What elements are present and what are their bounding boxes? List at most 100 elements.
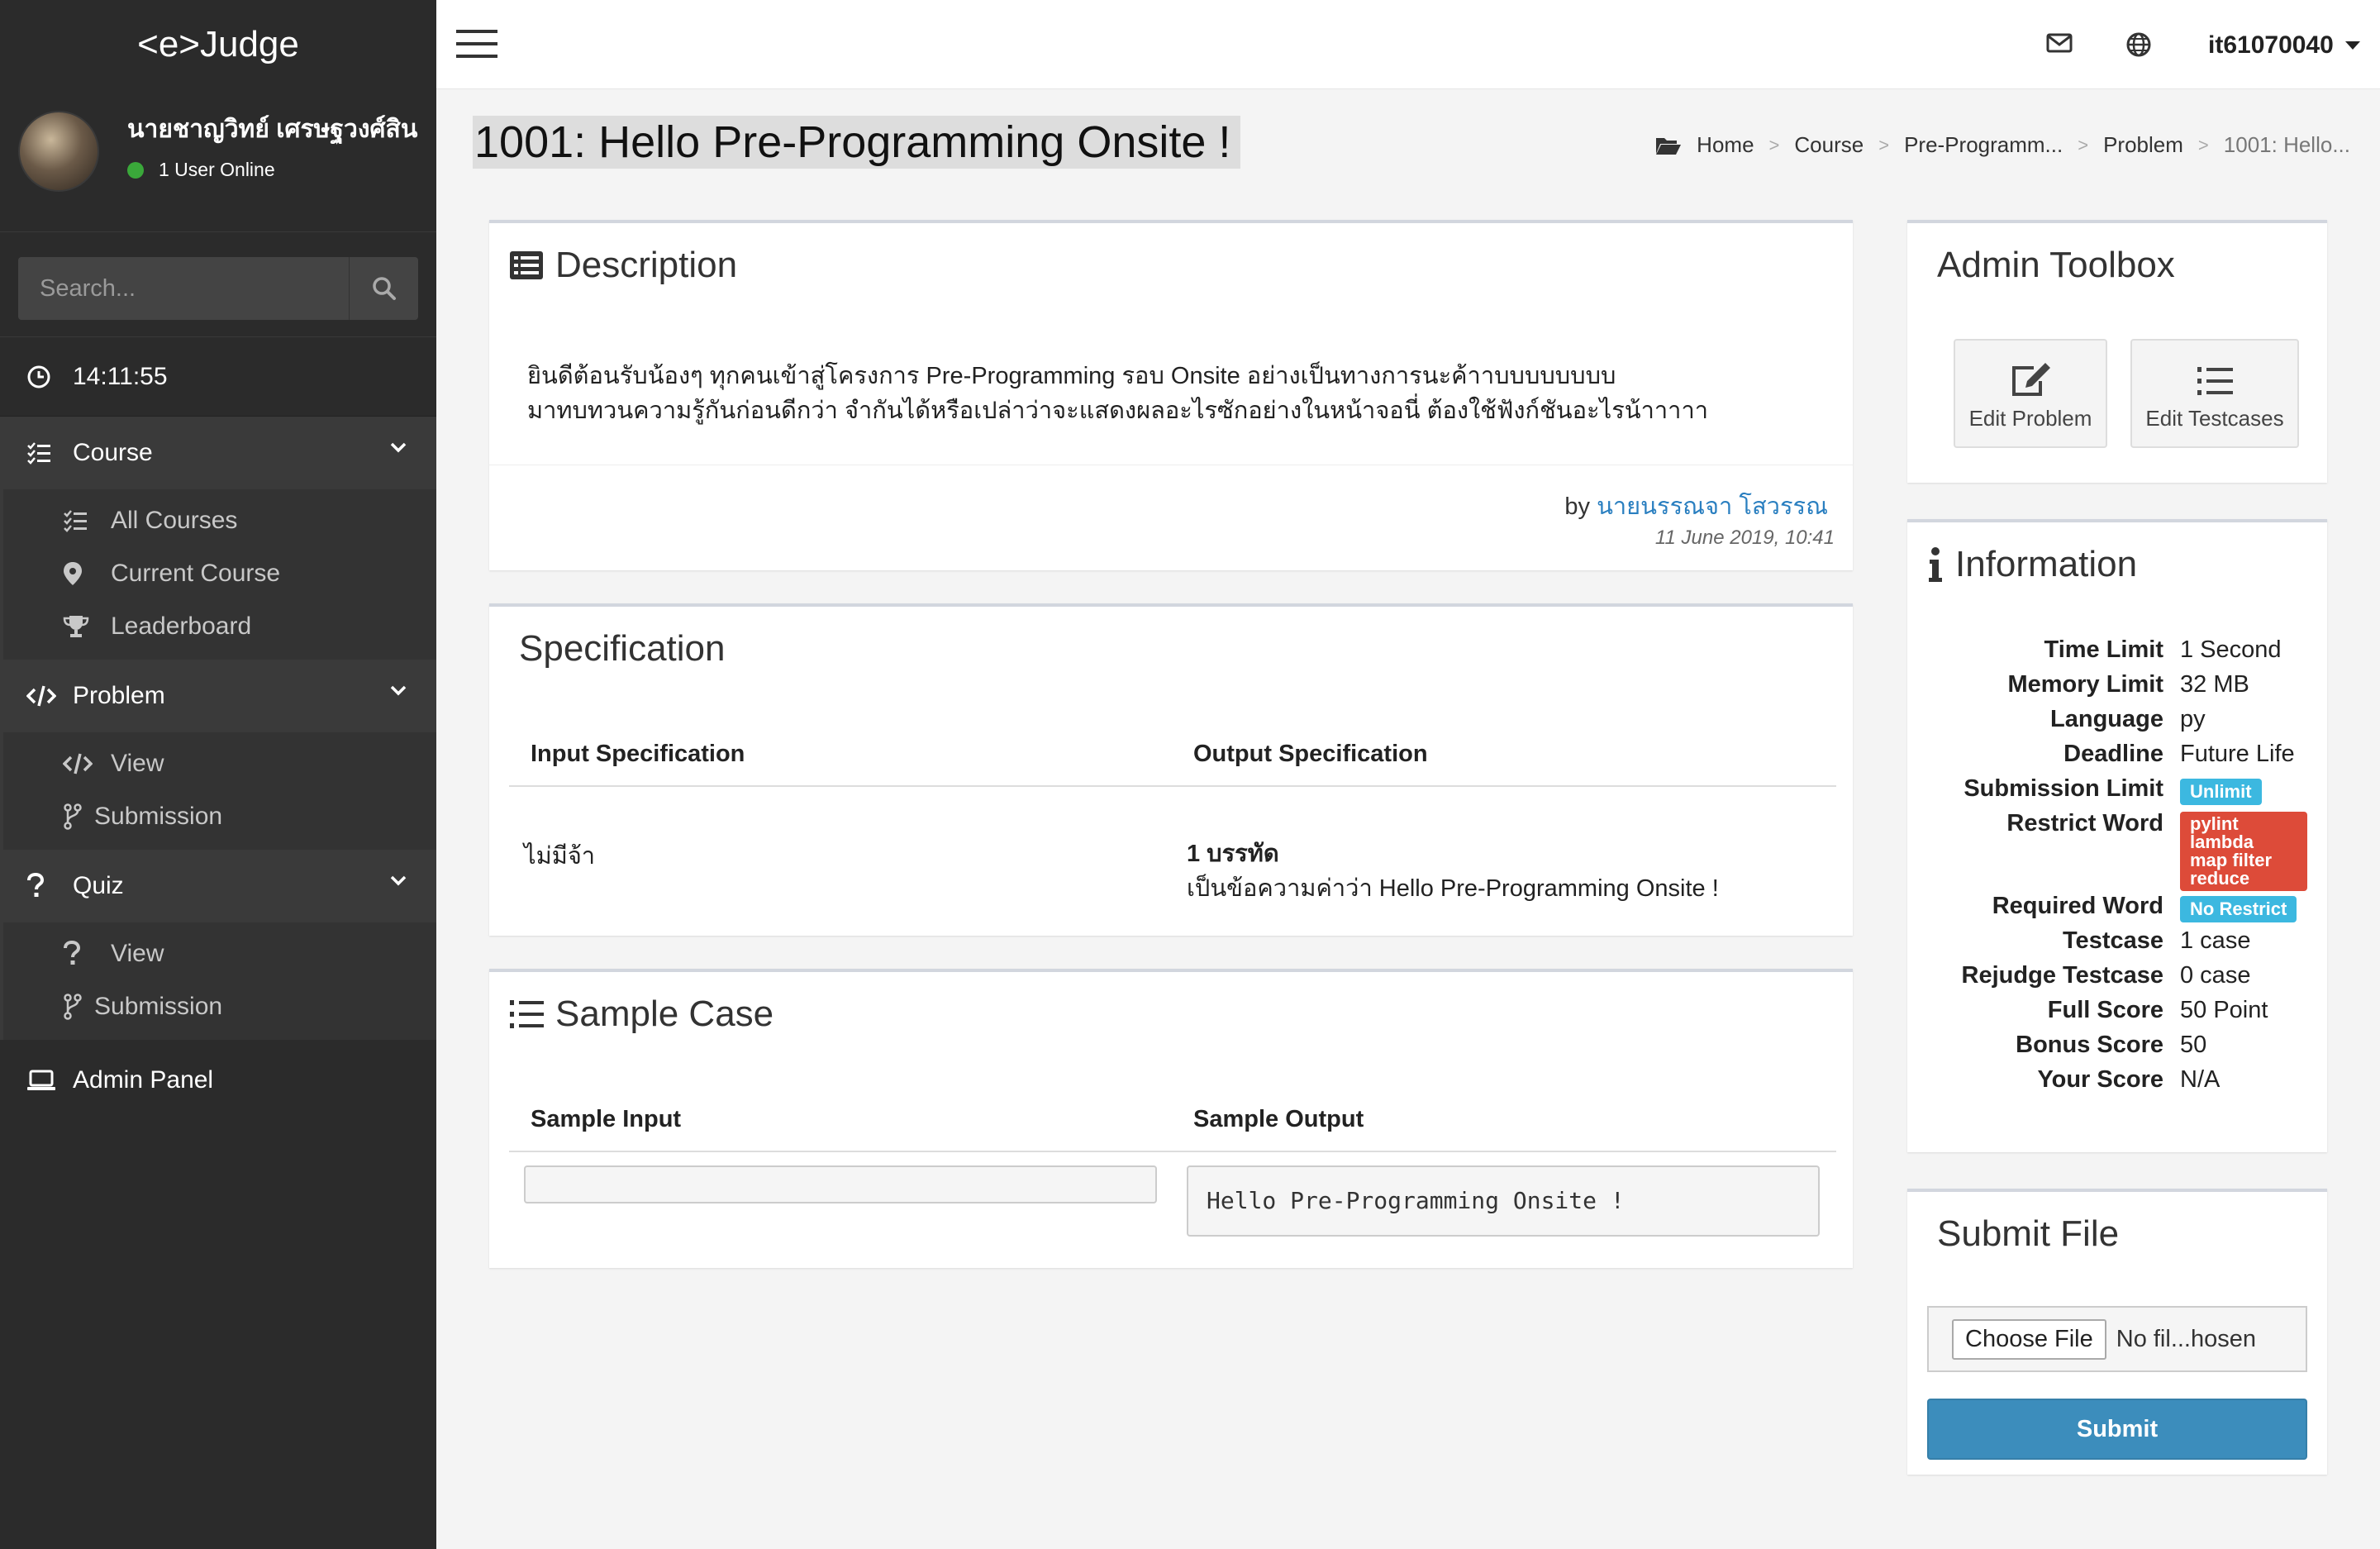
- nav-quiz[interactable]: Quiz: [0, 850, 436, 922]
- info-key: Full Score: [2047, 997, 2163, 1023]
- breadcrumb: Home > Course > Pre-Programm... > Proble…: [1655, 132, 2350, 158]
- user-status-text: 1 User Online: [159, 159, 275, 180]
- sidebar: <e>Judge นายชาญวิทย์ เศรษฐวงศ์สิน 1 User…: [0, 0, 436, 1549]
- sidebar-item-label: All Courses: [111, 507, 238, 534]
- info-language: Language py: [1907, 706, 2327, 741]
- sidebar-item-label: View: [111, 750, 164, 777]
- description-author: by นายนรรณจา โสวรรณ: [1564, 487, 1828, 525]
- info-required-word: Required Word No Restrict: [1907, 893, 2327, 927]
- chevron-down-icon: [390, 875, 407, 886]
- clock-time: 14:11:55: [73, 362, 168, 390]
- breadcrumb-home[interactable]: Home: [1697, 132, 1754, 158]
- info-submission-limit: Submission Limit Unlimit: [1907, 775, 2327, 810]
- tasks-icon: [64, 510, 87, 532]
- clock-icon: [27, 365, 50, 388]
- code-icon: [63, 753, 93, 774]
- author-link[interactable]: นายนรรณจา โสวรรณ: [1597, 493, 1828, 520]
- info-key: Memory Limit: [2007, 671, 2163, 698]
- info-full-score: Full Score 50 Point: [1907, 997, 2327, 1032]
- breadcrumb-problem[interactable]: Problem: [2103, 132, 2183, 158]
- info-time-limit: Time Limit 1 Second: [1907, 636, 2327, 671]
- language-button[interactable]: [2125, 31, 2152, 62]
- description-box: Description ยินดีต้อนรับน้องๆ ทุกคนเข้าส…: [489, 220, 1853, 570]
- edit-testcases-button[interactable]: Edit Testcases: [2130, 339, 2299, 448]
- info-value: 32 MB: [2180, 671, 2249, 698]
- sidebar-item-problem-view[interactable]: View: [3, 737, 436, 790]
- code-fork-icon: [64, 994, 82, 1020]
- code-icon: [26, 685, 56, 707]
- menu-toggle-button[interactable]: [456, 30, 497, 62]
- sidebar-item-leaderboard[interactable]: Leaderboard: [3, 600, 436, 653]
- caret-down-icon: [2344, 41, 2360, 50]
- search-input[interactable]: [18, 257, 349, 320]
- edit-icon: [2012, 363, 2050, 396]
- laptop-icon: [27, 1070, 55, 1090]
- code-fork-icon: [64, 803, 82, 830]
- submission-limit-badge: Unlimit: [2180, 779, 2262, 805]
- submit-button[interactable]: Submit: [1927, 1399, 2307, 1460]
- description-title-text: Description: [555, 245, 738, 285]
- hamburger-icon: [456, 30, 497, 58]
- info-key: Deadline: [2063, 741, 2163, 767]
- restrict-word: map filter: [2190, 850, 2273, 870]
- breadcrumb-separator: >: [2197, 134, 2209, 155]
- input-spec-header: Input Specification: [531, 741, 745, 767]
- admin-panel-label: Admin Panel: [73, 1066, 214, 1094]
- sidebar-item-label: Current Course: [111, 560, 281, 587]
- sidebar-item-all-courses[interactable]: All Courses: [3, 494, 436, 547]
- info-deadline: Deadline Future Life: [1907, 741, 2327, 775]
- description-date: 11 June 2019, 10:41: [1654, 527, 1835, 549]
- sidebar-item-quiz-view[interactable]: View: [3, 927, 436, 980]
- sidebar-item-problem-submission[interactable]: Submission: [3, 790, 436, 843]
- sample-case-title: Sample Case: [509, 994, 774, 1035]
- info-key: Submission Limit: [1963, 775, 2163, 802]
- chevron-down-icon: [390, 685, 407, 696]
- breadcrumb-course[interactable]: Course: [1794, 132, 1864, 158]
- list-ol-icon: [2197, 367, 2233, 395]
- info-value: 50: [2180, 1032, 2207, 1058]
- info-your-score: Your Score N/A: [1907, 1066, 2327, 1101]
- info-value: No Restrict: [2180, 894, 2297, 922]
- breadcrumb-course-name[interactable]: Pre-Programm...: [1904, 132, 2063, 158]
- choose-file-button[interactable]: Choose File: [1952, 1318, 2106, 1360]
- page-title: 1001: Hello Pre-Programming Onsite !: [473, 116, 1241, 169]
- user-menu[interactable]: it61070040: [2208, 31, 2360, 60]
- question-icon: [27, 873, 45, 897]
- sidebar-item-label: Submission: [94, 993, 223, 1020]
- map-marker-icon: [64, 562, 82, 585]
- folder-open-icon: [1656, 137, 1682, 155]
- info-value: pylint lambda map filter reduce: [2180, 812, 2307, 891]
- output-spec-header: Output Specification: [1193, 741, 1428, 767]
- sample-output-header: Sample Output: [1193, 1106, 1364, 1132]
- user-panel: นายชาญวิทย์ เศรษฐวงศ์สิน 1 User Online: [0, 89, 436, 231]
- edit-testcases-label: Edit Testcases: [2145, 406, 2284, 431]
- info-value: 1 Second: [2180, 636, 2282, 663]
- search-button[interactable]: [349, 257, 418, 320]
- info-value: 50 Point: [2180, 997, 2268, 1023]
- sidebar-item-current-course[interactable]: Current Course: [3, 547, 436, 600]
- restrict-word: pylint: [2190, 813, 2239, 834]
- nav-course[interactable]: Course: [0, 417, 436, 489]
- specification-box: Specification Input Specification Output…: [489, 603, 1853, 936]
- sidebar-item-admin-panel[interactable]: Admin Panel: [0, 1040, 436, 1121]
- output-spec-lines: 1 บรรทัด: [1187, 841, 1279, 867]
- description-line-2: มาทบทวนความรู้กันก่อนดีกว่า จำกันได้หรือ…: [527, 398, 1709, 424]
- info-icon: [1929, 547, 1942, 582]
- brand-logo[interactable]: <e>Judge: [0, 0, 436, 89]
- sidebar-item-quiz-submission[interactable]: Submission: [3, 980, 436, 1033]
- file-input[interactable]: Choose File No fil...hosen: [1927, 1306, 2307, 1372]
- info-memory-limit: Memory Limit 32 MB: [1907, 671, 2327, 706]
- clock: 14:11:55: [0, 337, 436, 417]
- breadcrumb-separator: >: [2078, 134, 2089, 155]
- info-value: N/A: [2180, 1066, 2221, 1093]
- messages-button[interactable]: [2046, 31, 2073, 59]
- info-restrict-word: Restrict Word pylint lambda map filter r…: [1907, 810, 2327, 893]
- info-key: Restrict Word: [2006, 810, 2163, 836]
- restrict-word-badge: pylint lambda map filter reduce: [2180, 812, 2307, 891]
- info-value: Unlimit: [2180, 777, 2262, 805]
- edit-problem-button[interactable]: Edit Problem: [1954, 339, 2107, 448]
- info-testcase: Testcase 1 case: [1907, 927, 2327, 962]
- breadcrumb-separator: >: [1878, 134, 1890, 155]
- nav-problem[interactable]: Problem: [0, 660, 436, 732]
- chevron-down-icon: [390, 442, 407, 453]
